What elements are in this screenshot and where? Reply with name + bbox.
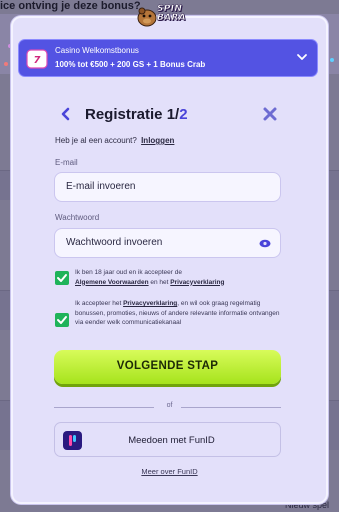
eye-icon[interactable]: [259, 239, 271, 248]
terms-text-1: Ik ben 18 jaar oud en ik accepteer de: [75, 269, 182, 276]
spinbara-logo: SPIN BARA: [136, 4, 202, 28]
chevron-down-icon[interactable]: [296, 51, 308, 63]
marketing-checkbox[interactable]: [55, 313, 69, 327]
password-placeholder: Wachtwoord invoeren: [66, 237, 163, 248]
or-separator: of: [166, 402, 173, 409]
checkmark-icon: [57, 316, 67, 324]
marketing-text-1: Ik accepteer het: [75, 300, 122, 307]
terms-consent-text: Ik ben 18 jaar oud en ik accepteer de Al…: [75, 268, 224, 287]
page-title: Registratie 1/2: [85, 106, 188, 123]
svg-text:7: 7: [34, 55, 41, 66]
login-prompt: Heb je al een account? Inloggen: [55, 136, 174, 145]
marketing-consent-text: Ik accepteer het Privacyverklaring, en w…: [75, 299, 283, 328]
welcome-bonus-selector[interactable]: 7 Casino Welkomstbonus 100% tot €500 + 2…: [18, 39, 318, 77]
email-field[interactable]: E-mail invoeren: [54, 172, 281, 202]
privacy-link[interactable]: Privacyverklaring: [170, 279, 224, 286]
funid-label: Meedoen met FunID: [128, 435, 215, 446]
chevron-left-icon[interactable]: [59, 107, 73, 121]
funid-login-button[interactable]: Meedoen met FunID: [54, 422, 281, 457]
funid-info-link[interactable]: Meer over FunID: [0, 467, 339, 476]
email-label: E-mail: [55, 158, 78, 167]
marketing-consent-row: Ik accepteer het Privacyverklaring, en w…: [55, 299, 285, 343]
terms-consent-row: Ik ben 18 jaar oud en ik accepteer de Al…: [55, 268, 285, 290]
next-step-button[interactable]: VOLGENDE STAP: [54, 350, 281, 384]
terms-text-2: en het: [150, 278, 169, 286]
login-link[interactable]: Inloggen: [141, 136, 174, 145]
logo-wordmark: SPIN BARA: [157, 4, 186, 23]
divider-right: [181, 407, 281, 408]
password-label: Wachtwoord: [55, 213, 100, 222]
close-icon[interactable]: [262, 106, 278, 122]
background-question-text: ice ontving je deze bonus?: [0, 0, 141, 12]
capybara-mascot-icon: [137, 7, 157, 27]
email-placeholder: E-mail invoeren: [66, 181, 136, 192]
password-field[interactable]: Wachtwoord invoeren: [54, 228, 281, 258]
next-step-label: VOLGENDE STAP: [116, 360, 219, 372]
casino-777-icon: 7: [26, 49, 48, 69]
title-step: 2: [179, 106, 188, 123]
terms-checkbox[interactable]: [55, 271, 69, 285]
marketing-privacy-link[interactable]: Privacyverklaring: [123, 300, 177, 307]
bonus-subtitle: 100% tot €500 + 200 GS + 1 Bonus Crab: [55, 60, 206, 69]
logo-line-2: BARA: [157, 13, 186, 23]
title-prefix: Registratie 1/: [85, 106, 180, 123]
terms-link[interactable]: Algemene Voorwaarden: [75, 279, 149, 286]
checkmark-icon: [57, 274, 67, 282]
login-question: Heb je al een account?: [55, 136, 137, 145]
bonus-title: Casino Welkomstbonus: [55, 46, 139, 55]
